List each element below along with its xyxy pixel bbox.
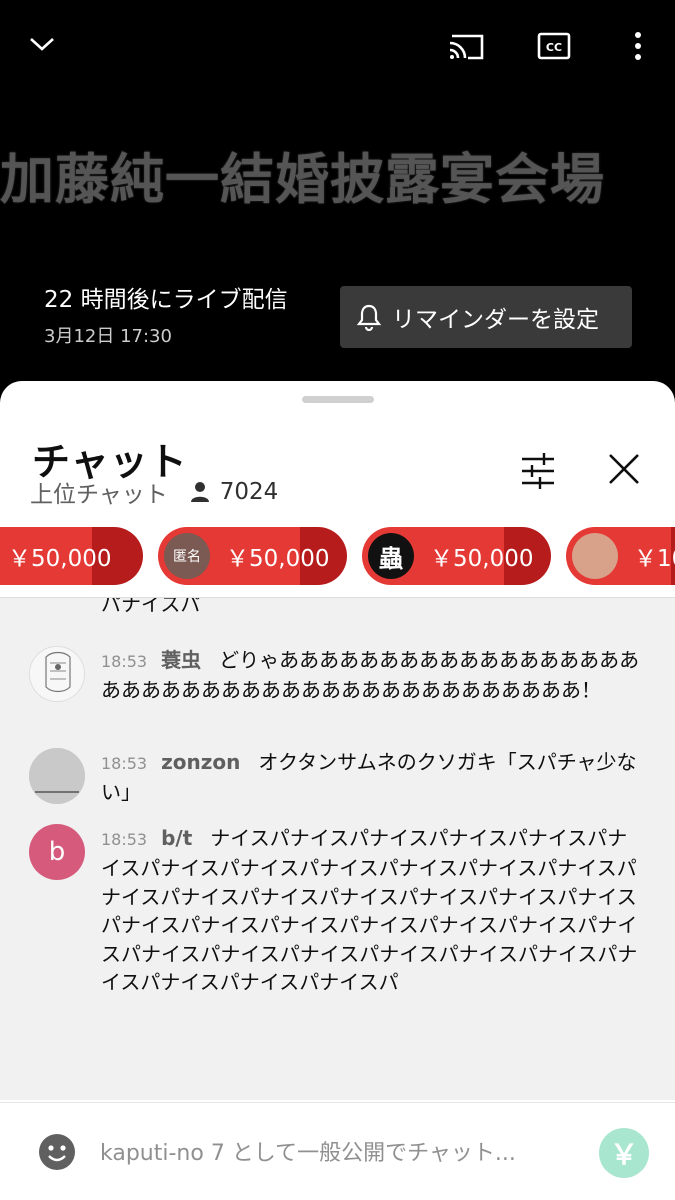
live-info: 22 時間後にライブ配信 3月12日 17:30 — [44, 284, 288, 348]
super-chat-chip[interactable]: 蟲 ￥50,000 — [362, 527, 551, 585]
captions-button[interactable]: CC — [534, 28, 574, 64]
avatar[interactable]: b — [29, 824, 85, 880]
person-icon — [190, 482, 209, 502]
chat-panel: チャット 上位チャット 7024 ￥50,000 匿名 ￥50,000 蟲 ￥5… — [0, 381, 675, 1200]
cast-button[interactable] — [444, 28, 488, 64]
bell-icon — [356, 304, 382, 331]
more-vert-icon — [635, 32, 641, 60]
tune-icon — [522, 453, 554, 489]
message-time: 18:53 — [101, 652, 148, 671]
cc-icon: CC — [537, 32, 571, 60]
super-chat-button[interactable]: ￥ — [599, 1128, 649, 1178]
svg-text:CC: CC — [546, 41, 562, 54]
avatar: 匿名 — [164, 533, 210, 579]
avatar — [572, 533, 618, 579]
avatar[interactable] — [29, 748, 85, 804]
emoji-button[interactable] — [38, 1133, 76, 1171]
chat-mode-selector[interactable]: 上位チャット — [30, 475, 168, 509]
message-time: 18:53 — [101, 754, 148, 773]
reminder-label: リマインダーを設定 — [392, 307, 599, 333]
emoji-icon — [39, 1134, 75, 1170]
super-chat-chip[interactable]: ￥10 — [566, 527, 675, 585]
chat-filter-button[interactable] — [516, 449, 560, 493]
message-author[interactable]: 蓑虫 — [161, 648, 201, 672]
user-avatar-image — [29, 748, 85, 804]
super-chat-chip[interactable]: 匿名 ￥50,000 — [158, 527, 347, 585]
close-chat-button[interactable] — [602, 447, 646, 491]
message-author[interactable]: b/t — [161, 826, 192, 850]
super-chat-chip[interactable]: ￥50,000 — [0, 527, 143, 585]
message-body: 18:53 蓑虫 どりゃああああああああああああああああああああああああああああああ… — [101, 646, 646, 705]
message-author[interactable]: zonzon — [161, 750, 240, 774]
super-chat-amount: ￥10 — [634, 546, 675, 572]
chat-message-list[interactable]: パナイスパ 18:53 蓑虫 どりゃああああああああああああああああああああああああ… — [0, 598, 675, 1100]
close-icon — [609, 454, 639, 484]
drag-handle[interactable] — [302, 396, 374, 403]
message-body: 18:53 b/t ナイスパナイスパナイスパナイスパナイスパナイスパナイスパナイスパ… — [101, 824, 646, 996]
cast-icon — [449, 34, 484, 60]
super-chat-amount: ￥50,000 — [430, 546, 534, 572]
super-chat-amount: ￥50,000 — [226, 546, 330, 572]
chevron-down-icon — [30, 38, 54, 51]
video-player[interactable]: CC 加藤純一結婚披露宴会場 22 時間後にライブ配信 3月12日 17:30 … — [0, 0, 675, 400]
chat-subheader: 上位チャット 7024 — [30, 475, 278, 509]
message-text: ナイスパナイスパナイスパナイスパナイスパナイスパナイスパナイスパナイスパナイスパ… — [101, 826, 638, 995]
message-body: パナイスパ — [101, 598, 646, 618]
message-text: パナイスパ — [101, 598, 201, 616]
super-chat-ticker: ￥50,000 匿名 ￥50,000 蟲 ￥50,000 ￥10 — [0, 527, 675, 585]
user-avatar-image — [30, 647, 84, 701]
live-status: 22 時間後にライブ配信 — [44, 287, 288, 313]
message-body: 18:53 zonzon オクタンサムネのクソガキ「スパチャ少ない」 — [101, 748, 646, 807]
chat-input[interactable] — [100, 1133, 580, 1173]
viewer-count: 7024 — [219, 479, 279, 505]
set-reminder-button[interactable]: リマインダーを設定 — [340, 286, 632, 348]
more-options-button[interactable] — [620, 28, 656, 64]
live-date: 3月12日 17:30 — [44, 326, 172, 347]
avatar: 蟲 — [368, 533, 414, 579]
message-time: 18:53 — [101, 830, 148, 849]
video-banner-text: 加藤純一結婚披露宴会場 — [0, 148, 605, 211]
chat-input-bar: ￥ — [0, 1102, 675, 1200]
super-chat-amount: ￥50,000 — [8, 546, 112, 572]
avatar[interactable] — [29, 646, 85, 702]
minimize-button[interactable] — [22, 26, 62, 62]
